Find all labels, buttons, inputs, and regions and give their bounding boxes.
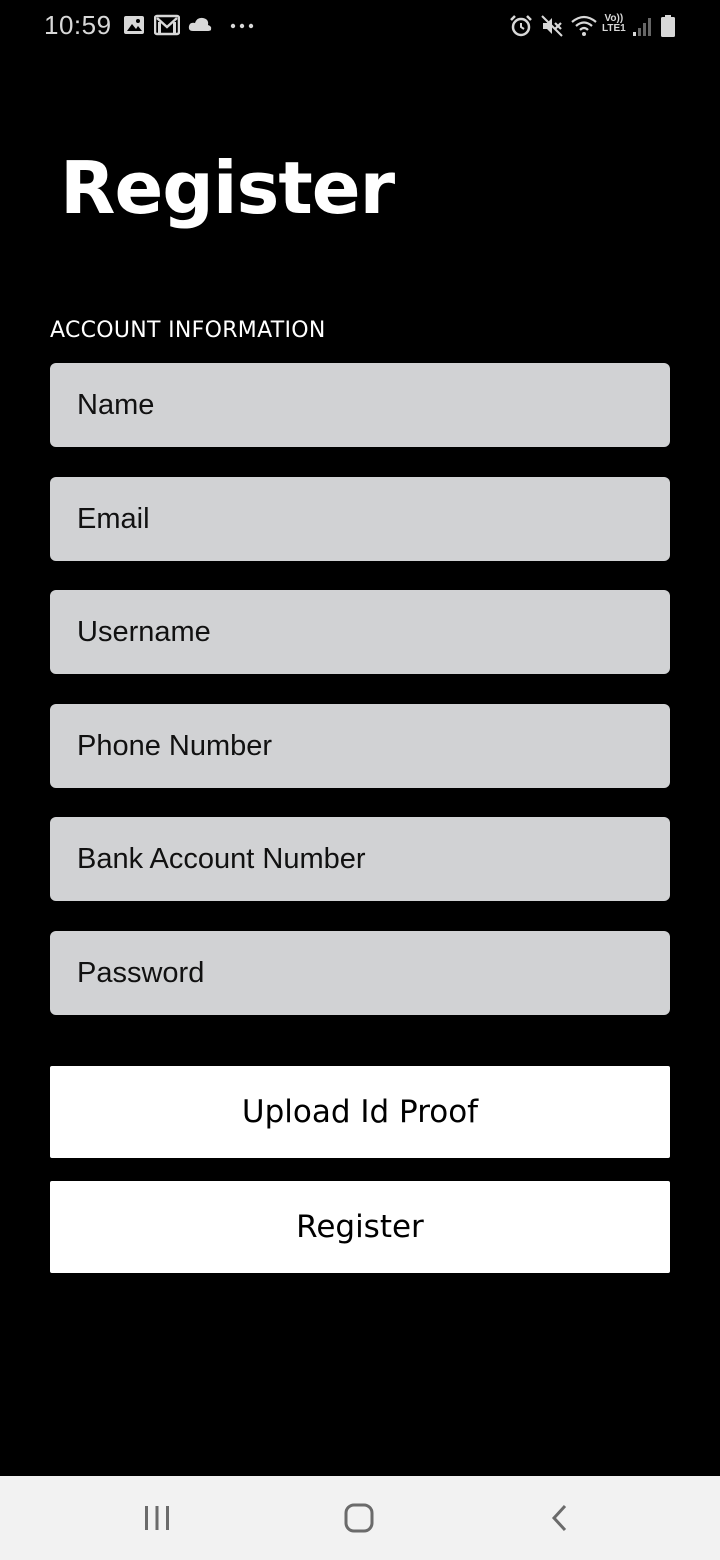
status-time: 10:59 [44,10,112,40]
section-label: ACCOUNT INFORMATION [50,318,326,343]
email-input[interactable] [50,477,670,561]
lte-indicator: Vo)) LTE1 [602,14,626,34]
home-icon[interactable] [337,1496,381,1540]
more-dots-icon [229,14,257,38]
username-input[interactable] [50,590,670,674]
phone-number-input[interactable] [50,704,670,788]
gallery-icon [123,14,145,38]
alarm-icon [509,14,533,38]
status-bar: 10:59 Vo)) LTE1 [0,0,720,54]
back-icon[interactable] [538,1496,582,1540]
lte-label: LTE1 [602,23,626,34]
page-title: Register [60,146,395,230]
name-input[interactable] [50,363,670,447]
mute-icon [540,14,564,38]
recent-apps-icon[interactable] [135,1496,179,1540]
gmail-icon [154,14,180,38]
wifi-icon [570,14,598,38]
password-input[interactable] [50,931,670,1015]
navigation-bar [0,1476,720,1560]
upload-id-proof-button[interactable]: Upload Id Proof [50,1066,670,1158]
register-button[interactable]: Register [50,1181,670,1273]
battery-icon [660,14,676,38]
signal-icon [632,14,654,38]
cloud-icon [187,14,213,38]
bank-account-number-input[interactable] [50,817,670,901]
